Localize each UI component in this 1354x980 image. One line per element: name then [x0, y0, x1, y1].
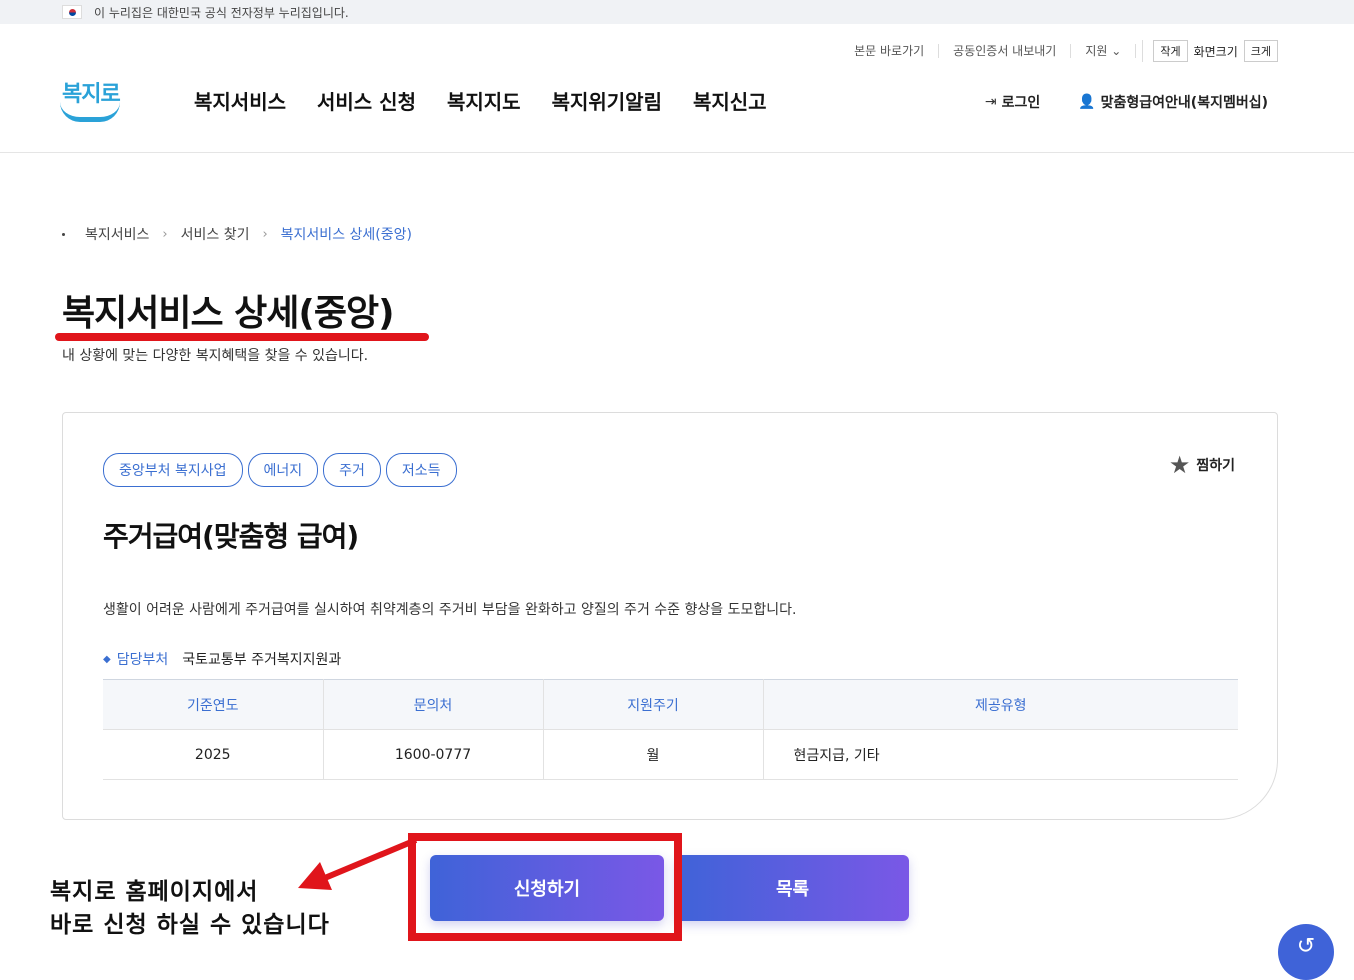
nav-crisis-alert[interactable]: 복지위기알림: [552, 86, 662, 115]
service-info-table: 기준연도 문의처 지원주기 제공유형 2025 1600-0777 월 현금지급…: [103, 679, 1238, 780]
main-nav: 복지서비스 서비스 신청 복지지도 복지위기알림 복지신고: [194, 86, 767, 115]
gov-banner: 이 누리집은 대한민국 공식 전자정부 누리집입니다.: [0, 0, 1354, 24]
cell-contact: 1600-0777: [323, 729, 544, 780]
font-large-button[interactable]: 크게: [1243, 40, 1278, 62]
header-right: ⇥ 로그인 👤 맞춤형급여안내(복지멤버십): [985, 92, 1268, 112]
login-icon: ⇥: [984, 94, 997, 110]
user-add-icon: 👤: [1078, 94, 1096, 110]
header-provision-type: 제공유형: [763, 679, 1238, 730]
support-menu[interactable]: 지원 ⌄: [1071, 44, 1137, 58]
department-label: 담당부처: [116, 652, 169, 668]
nav-welfare-report[interactable]: 복지신고: [693, 86, 767, 115]
login-label: 로그인: [1001, 95, 1041, 111]
star-icon: ★: [1168, 451, 1191, 479]
chevron-down-icon: ⌄: [1111, 44, 1122, 58]
page-subtitle: 내 상황에 맞는 다양한 복지혜택을 찾을 수 있습니다.: [62, 348, 369, 364]
nav-welfare-map[interactable]: 복지지도: [447, 86, 521, 115]
site-header: 본문 바로가기 공동인증서 내보내기 지원 ⌄ 작게 화면크기 크게 복지로 복…: [0, 24, 1354, 153]
department-value: 국토교통부 주거복지지원과: [182, 652, 342, 668]
header-support-cycle: 지원주기: [543, 679, 764, 730]
service-description: 생활이 어려운 사람에게 주거급여를 실시하여 취약계층의 주거비 부담을 완화…: [103, 602, 797, 618]
tag-energy[interactable]: 에너지: [247, 453, 319, 487]
tag-housing[interactable]: 주거: [323, 453, 381, 487]
department-row: ◆ 담당부처 국토교통부 주거복지지원과: [103, 649, 341, 669]
tag-central-ministry[interactable]: 중앙부처 복지사업: [103, 453, 243, 487]
annotation-text: 복지로 홈페이지에서 바로 신청 하실 수 있습니다: [50, 876, 330, 942]
service-title: 주거급여(맞춤형 급여): [103, 520, 359, 553]
header-base-year: 기준연도: [103, 679, 324, 730]
history-icon[interactable]: ↺: [1278, 924, 1334, 980]
gov-banner-text: 이 누리집은 대한민국 공식 전자정부 누리집입니다.: [94, 5, 349, 20]
nav-welfare-service[interactable]: 복지서비스: [194, 86, 286, 115]
favorite-button[interactable]: ★ 찜하기: [1168, 451, 1235, 479]
page-title: 복지서비스 상세(중앙): [62, 293, 395, 334]
support-label: 지원: [1085, 44, 1108, 58]
login-button[interactable]: ⇥ 로그인: [985, 92, 1040, 112]
breadcrumb-item-1[interactable]: 복지서비스: [85, 224, 149, 244]
font-size-label: 화면크기: [1193, 44, 1238, 59]
list-button[interactable]: 목록: [676, 855, 909, 921]
table-header-row: 기준연도 문의처 지원주기 제공유형: [103, 679, 1238, 730]
nav-service-apply[interactable]: 서비스 신청: [317, 86, 416, 115]
skip-link[interactable]: 본문 바로가기: [840, 44, 940, 58]
red-underline-annotation: [55, 333, 429, 341]
cert-export-link[interactable]: 공동인증서 내보내기: [939, 44, 1072, 58]
chevron-right-icon: ›: [162, 226, 168, 242]
favorite-label: 찜하기: [1196, 458, 1235, 474]
service-detail-card: 중앙부처 복지사업 에너지 주거 저소득 ★ 찜하기 주거급여(맞춤형 급여) …: [62, 412, 1278, 820]
cell-provision-type: 현금지급, 기타: [763, 729, 1238, 780]
annotation-line-1: 복지로 홈페이지에서: [50, 879, 259, 905]
annotation-line-2: 바로 신청 하실 수 있습니다: [50, 912, 330, 938]
font-size-control: 작게 화면크기 크게: [1142, 40, 1278, 62]
diamond-bullet-icon: ◆: [103, 653, 111, 665]
logo-smile-mark: [60, 102, 120, 122]
tag-low-income[interactable]: 저소득: [385, 453, 457, 487]
service-tags: 중앙부처 복지사업 에너지 주거 저소득: [103, 453, 457, 487]
korea-flag-icon: [62, 5, 82, 19]
table-row: 2025 1600-0777 월 현금지급, 기타: [103, 729, 1238, 780]
chevron-right-icon: ›: [262, 226, 268, 242]
header-contact: 문의처: [323, 679, 544, 730]
red-highlight-box-annotation: [408, 833, 682, 941]
font-small-button[interactable]: 작게: [1153, 40, 1188, 62]
breadcrumb-current: 복지서비스 상세(중앙): [280, 227, 412, 243]
utility-bar: 본문 바로가기 공동인증서 내보내기 지원 ⌄ 작게 화면크기 크게: [840, 40, 1278, 62]
breadcrumb: 복지서비스 › 서비스 찾기 › 복지서비스 상세(중앙): [62, 224, 412, 244]
membership-button[interactable]: 👤 맞춤형급여안내(복지멤버십): [1078, 92, 1268, 112]
breadcrumb-home-dot: [62, 232, 65, 236]
cell-base-year: 2025: [103, 729, 324, 780]
membership-label: 맞춤형급여안내(복지멤버십): [1100, 95, 1268, 111]
cell-support-cycle: 월: [543, 729, 764, 780]
site-logo[interactable]: 복지로: [60, 76, 124, 126]
breadcrumb-item-2[interactable]: 서비스 찾기: [181, 224, 250, 244]
